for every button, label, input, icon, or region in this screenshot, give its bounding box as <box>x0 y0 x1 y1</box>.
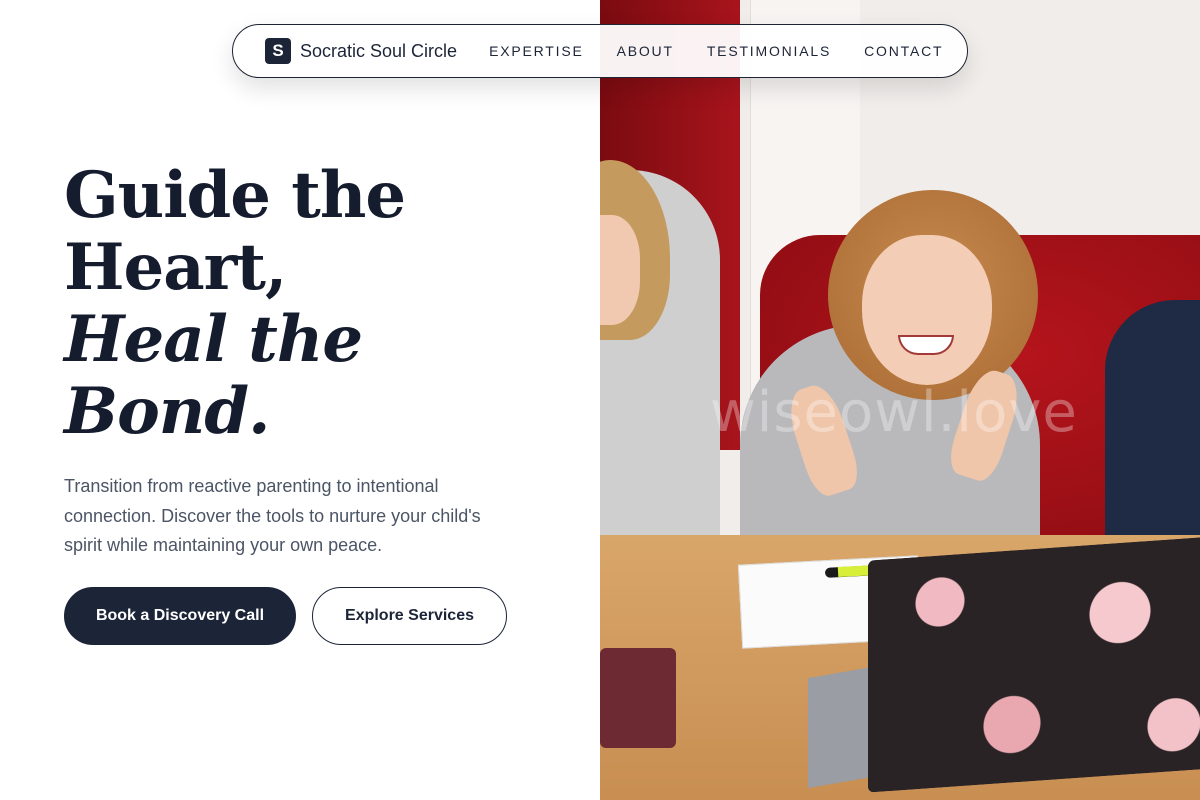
hero-photo: wiseowl.love <box>600 0 1200 800</box>
headline-line-2: Heart, <box>64 230 287 305</box>
hero-description: Transition from reactive parenting to in… <box>64 476 481 555</box>
nav-link-about[interactable]: ABOUT <box>617 43 674 59</box>
top-navigation: S Socratic Soul Circle EXPERTISE ABOUT T… <box>232 24 968 78</box>
hero-section: Guide the Heart, Heal the Bond. Transiti… <box>64 160 584 561</box>
nav-link-testimonials[interactable]: TESTIMONIALS <box>707 43 831 59</box>
photo-bag <box>600 648 676 748</box>
headline-line-3: Heal the <box>64 302 363 377</box>
photo-man <box>1105 300 1200 570</box>
headline-line-1: Guide the <box>64 158 406 233</box>
photo-watermark: wiseowl.love <box>710 380 1078 445</box>
photo-laptop <box>868 535 1200 793</box>
explore-services-button[interactable]: Explore Services <box>312 587 507 645</box>
book-discovery-call-button[interactable]: Book a Discovery Call <box>64 587 296 645</box>
nav-link-contact[interactable]: CONTACT <box>864 43 943 59</box>
brand-logo-icon: S <box>265 38 291 64</box>
hero-actions: Book a Discovery Call Explore Services <box>64 587 507 645</box>
headline-line-4: Bond. <box>64 374 270 449</box>
nav-link-expertise[interactable]: EXPERTISE <box>489 43 584 59</box>
brand-logo-link[interactable]: S Socratic Soul Circle <box>265 38 457 64</box>
hero-headline: Guide the Heart, Heal the Bond. <box>64 160 584 448</box>
brand-name: Socratic Soul Circle <box>300 40 458 61</box>
photo-girl-face <box>862 235 992 385</box>
nav-links: EXPERTISE ABOUT TESTIMONIALS CONTACT <box>489 43 943 59</box>
